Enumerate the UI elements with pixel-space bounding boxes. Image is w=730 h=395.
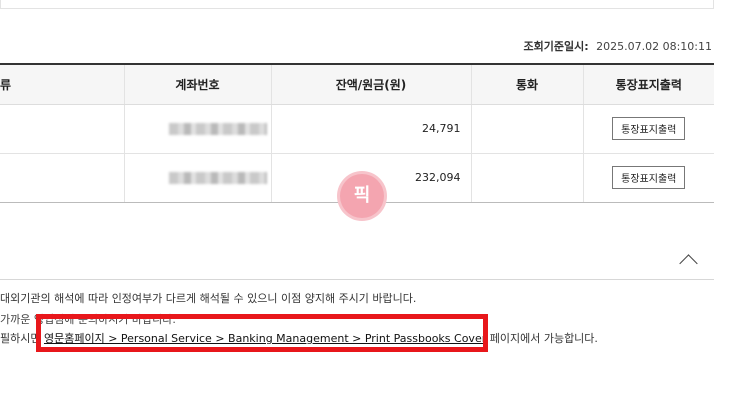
- notice-line-1: 대외기관의 해석에 따라 인정여부가 다르게 해석될 수 있으니 이점 양지해 …: [0, 292, 417, 305]
- col-account-header: 계좌번호: [123, 63, 271, 105]
- print-passbook-cover-button[interactable]: 통장표지출력: [612, 117, 686, 140]
- pick-stamp: 픽: [334, 168, 388, 222]
- lookup-value: 2025.07.02 08:10:11: [596, 40, 712, 53]
- balance-cell: 24,791: [270, 104, 471, 154]
- print-cell: 통장표지출력: [582, 153, 714, 203]
- col-balance-header: 잔액/원금(원): [270, 63, 471, 105]
- blurred-account-number: [168, 172, 267, 184]
- highlight-box: [36, 314, 488, 352]
- table-header-row: 류 계좌번호 잔액/원금(원) 통화 통장표지출력: [0, 63, 714, 105]
- col-print-header: 통장표지출력: [582, 63, 714, 105]
- currency-cell: [470, 153, 583, 203]
- notice-line-3-prefix: 필하시면: [0, 332, 41, 345]
- top-panel: [0, 0, 714, 9]
- col-type-header: 류: [0, 63, 124, 105]
- print-passbook-cover-button[interactable]: 통장표지출력: [612, 166, 686, 189]
- currency-cell: [470, 104, 583, 154]
- notice-line-3-suffix: 페이지에서 가능합니다.: [486, 332, 598, 345]
- print-cell: 통장표지출력: [582, 104, 714, 154]
- chevron-up-icon[interactable]: [679, 254, 698, 273]
- type-cell: [0, 104, 124, 154]
- account-number-cell: [123, 104, 271, 154]
- blurred-account-number: [168, 123, 267, 135]
- type-cell: [0, 153, 124, 203]
- account-number-cell: [123, 153, 271, 203]
- col-currency-header: 통화: [470, 63, 583, 105]
- lookup-label: 조회기준일시:: [523, 40, 589, 53]
- lookup-datetime: 조회기준일시: 2025.07.02 08:10:11: [523, 38, 712, 54]
- table-row: 24,791 통장표지출력: [0, 104, 714, 154]
- section-divider: [0, 279, 714, 280]
